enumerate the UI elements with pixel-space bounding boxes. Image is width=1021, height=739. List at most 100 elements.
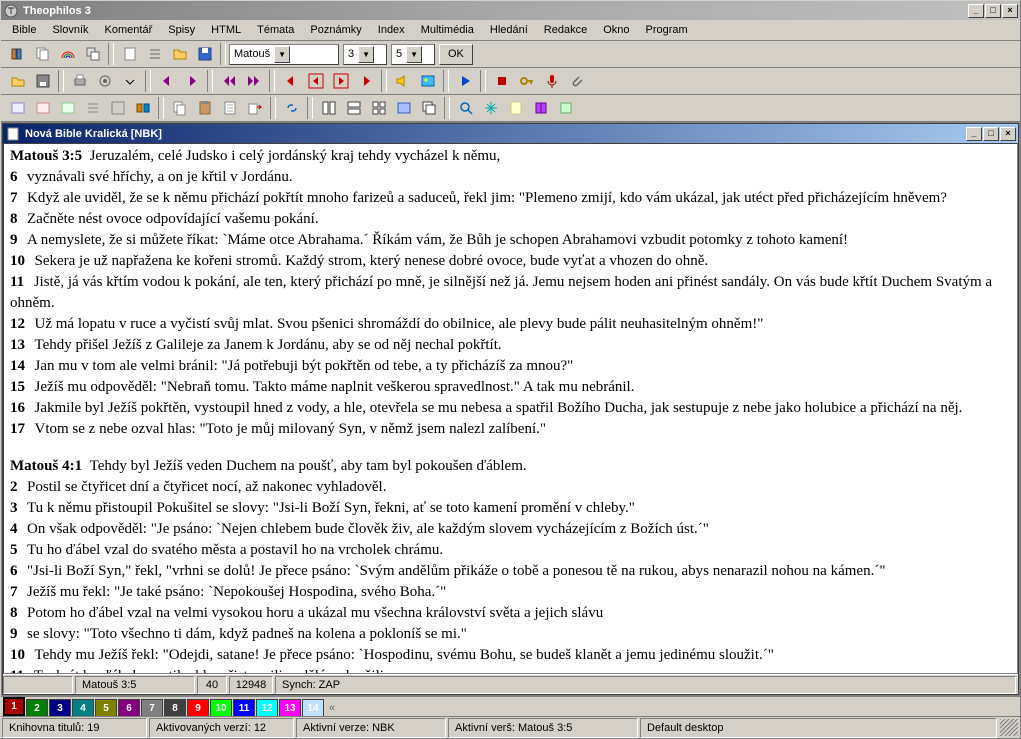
wizard-icon[interactable] <box>554 97 577 119</box>
verse[interactable]: 11 Tenkrát ho ďábel opustil a hle, přist… <box>10 666 1011 674</box>
verse[interactable]: 16 Jakmile byl Ježíš pokřtěn, vystoupil … <box>10 398 1011 419</box>
gear-icon[interactable] <box>93 70 116 92</box>
child-close-button[interactable]: × <box>1000 127 1016 141</box>
desktop-tab-14[interactable]: 14 <box>302 699 324 716</box>
verse[interactable]: 5 Tu ho ďábel vzal do svatého města a po… <box>10 540 1011 561</box>
verse[interactable]: 9 se slovy: "Toto všechno ti dám, když p… <box>10 624 1011 645</box>
close-button[interactable]: × <box>1002 4 1018 18</box>
menu-program[interactable]: Program <box>639 22 695 38</box>
menu-html[interactable]: HTML <box>204 22 248 38</box>
verse[interactable]: 12 Už má lopatu v ruce a vyčistí svůj ml… <box>10 314 1011 335</box>
desktop-tab-13[interactable]: 13 <box>279 699 301 716</box>
next-red-box-icon[interactable] <box>329 70 352 92</box>
verse[interactable]: 4 On však odpověděl: "Je psáno: `Nejen c… <box>10 519 1011 540</box>
link-icon[interactable] <box>280 97 303 119</box>
picture-icon[interactable] <box>416 70 439 92</box>
desktop-tab-4[interactable]: 4 <box>72 699 94 716</box>
desktop-tab-7[interactable]: 7 <box>141 699 163 716</box>
mic-icon[interactable] <box>540 70 563 92</box>
tb-list-icon[interactable] <box>143 43 166 65</box>
verse[interactable]: 7 Když ale uviděl, že se k němu přichází… <box>10 188 1011 209</box>
tb-save-icon[interactable] <box>193 43 216 65</box>
menu-témata[interactable]: Témata <box>250 22 301 38</box>
paste-icon[interactable] <box>193 97 216 119</box>
menu-poznámky[interactable]: Poznámky <box>303 22 368 38</box>
maximize-button[interactable]: □ <box>985 4 1001 18</box>
tool-c-icon[interactable] <box>56 97 79 119</box>
tb-doc-icon[interactable] <box>118 43 141 65</box>
print-icon[interactable] <box>68 70 91 92</box>
verse[interactable]: 2 Postil se čtyřicet dní a čtyřicet nocí… <box>10 477 1011 498</box>
menu-multimédia[interactable]: Multimédia <box>414 22 481 38</box>
verse[interactable]: 13 Tehdy přišel Ježíš z Galileje za Jane… <box>10 335 1011 356</box>
verse[interactable]: 7 Ježíš mu řekl: "Je také psáno: `Nepoko… <box>10 582 1011 603</box>
tool-e-icon[interactable] <box>106 97 129 119</box>
search-icon[interactable] <box>454 97 477 119</box>
menu-okno[interactable]: Okno <box>596 22 636 38</box>
verse[interactable]: 17 Vtom se z nebe ozval hlas: "Toto je m… <box>10 419 1011 440</box>
sparkle-icon[interactable] <box>479 97 502 119</box>
copy-icon[interactable] <box>168 97 191 119</box>
verse[interactable]: 3 Tu k němu přistoupil Pokušitel se slov… <box>10 498 1011 519</box>
save-disk-icon[interactable] <box>31 70 54 92</box>
speaker-icon[interactable] <box>391 70 414 92</box>
tool-b-icon[interactable] <box>31 97 54 119</box>
desktop-tab-6[interactable]: 6 <box>118 699 140 716</box>
chevron-down-icon[interactable]: ▼ <box>358 46 374 63</box>
verse[interactable]: 14 Jan mu v tom ale velmi bránil: "Já po… <box>10 356 1011 377</box>
verse[interactable]: 8 Začněte nést ovoce odpovídající vašemu… <box>10 209 1011 230</box>
desktop-tab-3[interactable]: 3 <box>49 699 71 716</box>
stop-red-icon[interactable] <box>490 70 513 92</box>
resize-grip[interactable] <box>1000 719 1018 736</box>
desktop-tab-8[interactable]: 8 <box>164 699 186 716</box>
desktop-tab-1[interactable]: 1 <box>3 697 25 716</box>
verse[interactable]: 10 Tehdy mu Ježíš řekl: "Odejdi, satane!… <box>10 645 1011 666</box>
forward-purple-icon[interactable] <box>242 70 265 92</box>
attach-icon[interactable] <box>565 70 588 92</box>
tb-pages-icon[interactable] <box>31 43 54 65</box>
tb-copies-icon[interactable] <box>81 43 104 65</box>
dropdown-icon[interactable] <box>118 70 141 92</box>
rewind-purple-icon[interactable] <box>217 70 240 92</box>
verse[interactable]: 11 Jistě, já vás křtím vodou k pokání, a… <box>10 272 1011 314</box>
menu-bible[interactable]: Bible <box>5 22 43 38</box>
play-blue-icon[interactable] <box>453 70 476 92</box>
chevron-down-icon[interactable]: ▼ <box>274 46 290 63</box>
tabs-more[interactable]: « <box>325 700 339 716</box>
layout-grid-icon[interactable] <box>367 97 390 119</box>
layout-cascade-icon[interactable] <box>417 97 440 119</box>
open-icon[interactable] <box>6 70 29 92</box>
note-icon[interactable] <box>504 97 527 119</box>
menu-redakce[interactable]: Redakce <box>537 22 594 38</box>
menu-spisy[interactable]: Spisy <box>161 22 202 38</box>
layout-rows-icon[interactable] <box>342 97 365 119</box>
tool-a-icon[interactable] <box>6 97 29 119</box>
verse[interactable]: 10 Sekera je už napřažena ke kořeni stro… <box>10 251 1011 272</box>
verse[interactable]: 6 "Jsi-li Boží Syn," řekl, "vrhni se dol… <box>10 561 1011 582</box>
text-content[interactable]: Matouš 3:5 Jeruzalém, celé Judsko i celý… <box>3 143 1018 674</box>
prev-red-box-icon[interactable] <box>304 70 327 92</box>
next-red-icon[interactable] <box>354 70 377 92</box>
chevron-down-icon[interactable]: ▼ <box>406 46 422 63</box>
child-maximize-button[interactable]: □ <box>983 127 999 141</box>
book-combo[interactable]: Matouš▼ <box>229 44 339 65</box>
tool-f-icon[interactable] <box>131 97 154 119</box>
desktop-tab-10[interactable]: 10 <box>210 699 232 716</box>
verse[interactable]: 9 A nemyslete, že si můžete říkat: `Máme… <box>10 230 1011 251</box>
child-minimize-button[interactable]: _ <box>966 127 982 141</box>
minimize-button[interactable]: _ <box>968 4 984 18</box>
layout-tile-icon[interactable] <box>392 97 415 119</box>
export-icon[interactable] <box>243 97 266 119</box>
tb-rainbow-icon[interactable] <box>56 43 79 65</box>
desktop-tab-5[interactable]: 5 <box>95 699 117 716</box>
next-purple-icon[interactable] <box>180 70 203 92</box>
menu-slovník[interactable]: Slovník <box>45 22 95 38</box>
tb-folder-icon[interactable] <box>168 43 191 65</box>
layout-cols-icon[interactable] <box>317 97 340 119</box>
desktop-tab-2[interactable]: 2 <box>26 699 48 716</box>
prev-purple-icon[interactable] <box>155 70 178 92</box>
verse[interactable]: 15 Ježíš mu odpověděl: "Nebraň tomu. Tak… <box>10 377 1011 398</box>
help-book-icon[interactable] <box>529 97 552 119</box>
verse[interactable]: 6 vyznávali své hříchy, a on je křtil v … <box>10 167 1011 188</box>
desktop-tab-11[interactable]: 11 <box>233 699 255 716</box>
